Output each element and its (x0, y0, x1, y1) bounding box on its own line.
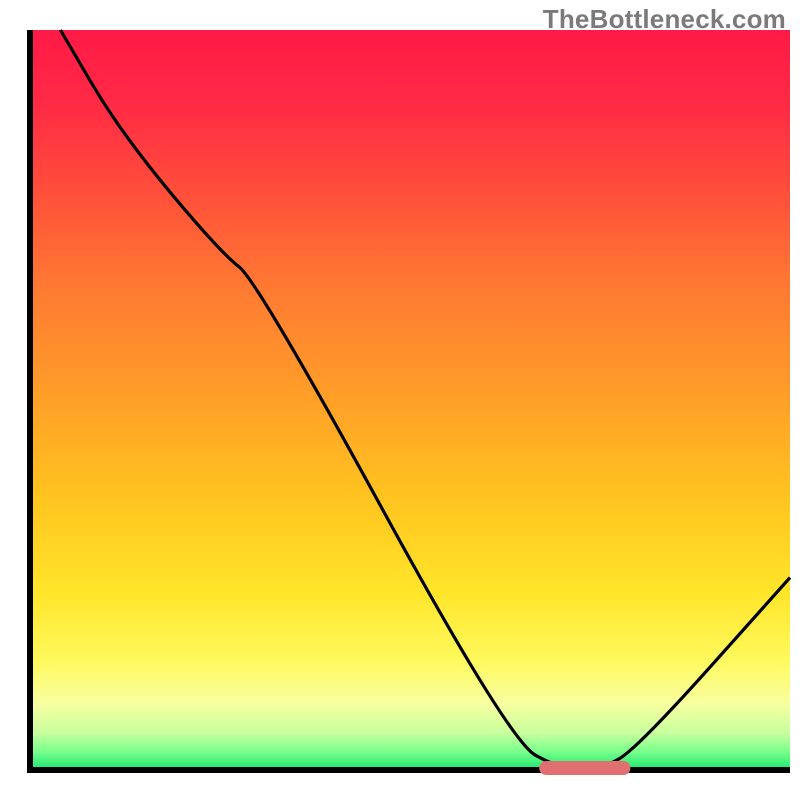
optimal-marker (539, 761, 630, 775)
watermark-text: TheBottleneck.com (543, 4, 786, 35)
bottleneck-chart (0, 0, 800, 800)
chart-container: TheBottleneck.com (0, 0, 800, 800)
plot-background (30, 30, 790, 770)
